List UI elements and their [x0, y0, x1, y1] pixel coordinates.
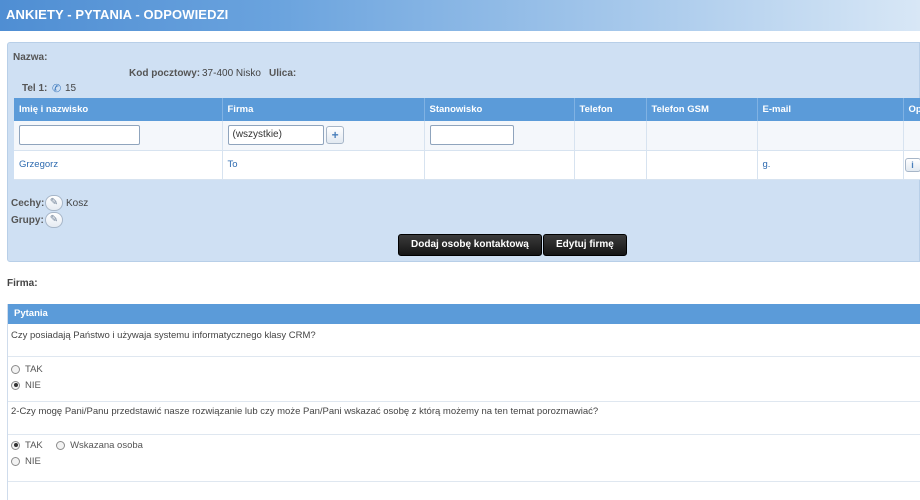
- company-panel: Nazwa: Kod pocztowy: 37-400 Nisko Ulica:…: [7, 42, 920, 262]
- option-label: NIE: [25, 380, 41, 391]
- edit-groups-pencil-icon[interactable]: ✎: [45, 212, 63, 228]
- radio-wskazana-osoba[interactable]: [56, 440, 66, 450]
- table-header-row: Imię i nazwisko Firma Stanowisko Telefon…: [14, 98, 920, 121]
- option-row[interactable]: NIE: [8, 378, 920, 394]
- add-filter-button[interactable]: +: [326, 126, 345, 145]
- option-row[interactable]: TAK Wskazana osoba: [8, 438, 920, 454]
- contact-firma-cell[interactable]: To: [222, 150, 425, 180]
- contact-email-cell[interactable]: g.: [757, 150, 904, 180]
- phone-icon: ✆: [52, 83, 62, 95]
- contact-phone-cell: [574, 150, 647, 180]
- edit-company-button[interactable]: Edytuj firmę: [543, 234, 627, 256]
- contact-position-cell: [424, 150, 575, 180]
- table-row: Grzegorz To g. i: [14, 150, 920, 180]
- page-header: ANKIETY - PYTANIA - ODPOWIEDZI: [0, 0, 920, 31]
- question-text: Czy posiadają Państwo i używaja systemu …: [8, 324, 920, 357]
- postal-code-label: Kod pocztowy:: [129, 68, 201, 79]
- contacts-table: Imię i nazwisko Firma Stanowisko Telefon…: [14, 98, 920, 180]
- option-label: NIE: [25, 456, 41, 467]
- groups-label: Grupy:: [11, 215, 44, 226]
- company-name-label: Nazwa:: [13, 52, 48, 63]
- questions-header: Pytania: [8, 304, 920, 324]
- firm-label: Firma:: [7, 278, 38, 289]
- page-title: ANKIETY - PYTANIA - ODPOWIEDZI: [6, 7, 229, 22]
- phone-label: Tel 1:: [22, 83, 48, 94]
- filter-row: (wszystkie) +: [14, 121, 920, 151]
- radio-tak[interactable]: [11, 440, 20, 450]
- add-contact-button[interactable]: Dodaj osobę kontaktową: [398, 234, 542, 256]
- contact-gsm-cell: [646, 150, 758, 180]
- name-filter-input[interactable]: [19, 125, 140, 146]
- postal-code-value: 37-400 Nisko: [202, 68, 261, 79]
- option-row[interactable]: NIE: [8, 454, 920, 470]
- traits-value: Kosz: [66, 198, 89, 209]
- contact-name-cell[interactable]: Grzegorz: [14, 150, 223, 180]
- firma-filter-select[interactable]: (wszystkie): [227, 125, 324, 146]
- option-label: TAK: [25, 440, 43, 451]
- column-header-stanowisko[interactable]: Stanowisko: [424, 98, 575, 121]
- edit-traits-pencil-icon[interactable]: ✎: [45, 195, 63, 211]
- column-header-options: Opcje: [903, 98, 920, 121]
- questions-section: Pytania Czy posiadają Państwo i używaja …: [7, 304, 920, 500]
- column-header-name[interactable]: Imię i nazwisko: [14, 98, 223, 121]
- column-header-gsm[interactable]: Telefon GSM: [646, 98, 758, 121]
- column-header-telefon[interactable]: Telefon: [574, 98, 647, 121]
- position-filter-input[interactable]: [429, 125, 514, 146]
- option-label: TAK: [25, 364, 43, 375]
- info-icon[interactable]: i: [904, 157, 920, 172]
- question-text: 2-Czy mogę Pani/Panu przedstawić nasze r…: [8, 402, 920, 435]
- street-label: Ulica:: [269, 68, 297, 79]
- radio-nie[interactable]: [11, 456, 20, 466]
- radio-tak[interactable]: [11, 364, 20, 374]
- option-label: Wskazana osoba: [70, 440, 143, 451]
- column-header-email[interactable]: E-mail: [757, 98, 904, 121]
- column-header-firma[interactable]: Firma: [222, 98, 425, 121]
- phone-value: 15: [65, 83, 77, 94]
- option-row[interactable]: TAK: [8, 362, 920, 378]
- traits-label: Cechy:: [11, 198, 45, 209]
- radio-nie[interactable]: [11, 380, 20, 390]
